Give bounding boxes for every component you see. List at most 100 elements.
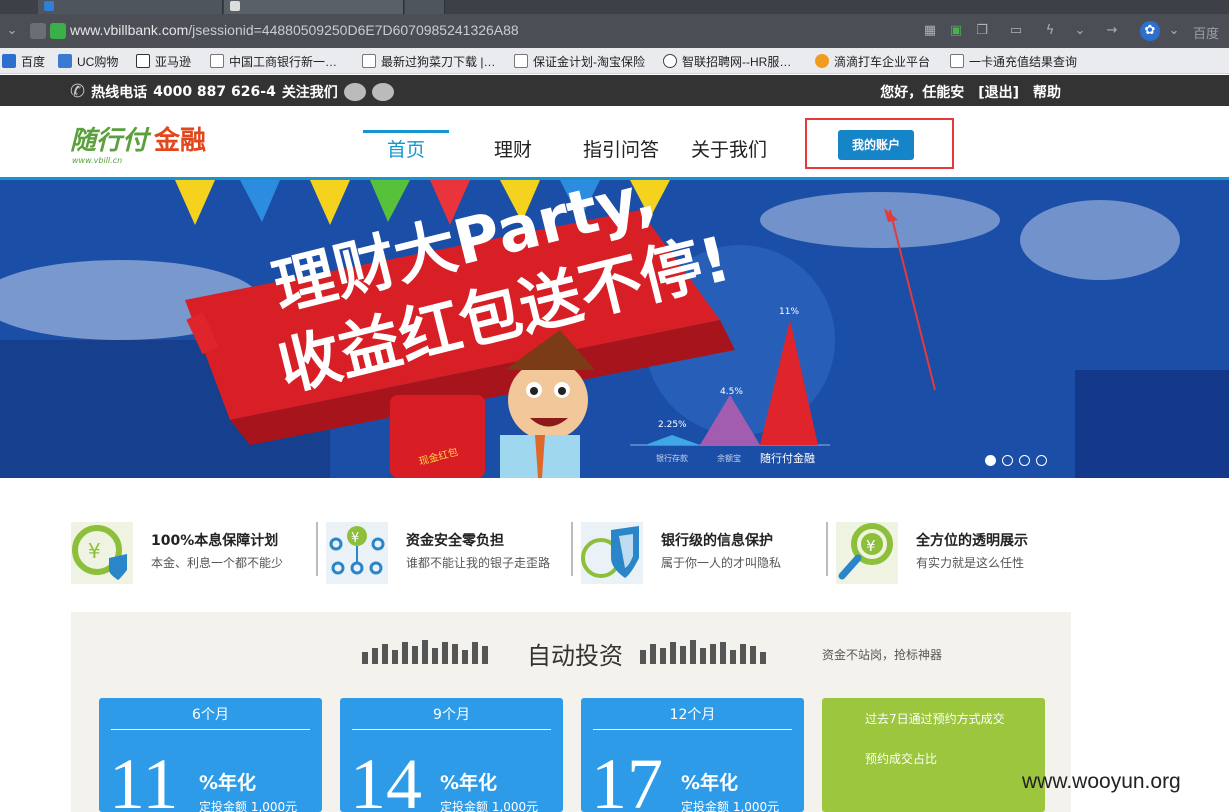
chevron-down-icon[interactable]: ⌄ xyxy=(4,24,20,38)
card-divider xyxy=(111,729,310,730)
card-amount: 定投金额 1,000元 xyxy=(199,800,298,812)
lock-icon[interactable]: ▣ xyxy=(948,24,964,38)
card-period: 12个月 xyxy=(669,707,716,723)
carousel-dot[interactable] xyxy=(985,455,996,466)
feature-item: ¥ 100%本息保障计划 本金、利息一个都不能少 xyxy=(71,522,311,584)
invest-card-9m[interactable]: 9个月 14 %年化 定投金额 1,000元 xyxy=(340,698,563,812)
auto-invest-title: 自动投资 xyxy=(527,642,623,670)
auto-invest-subtitle: 资金不站岗，抢标神器 xyxy=(822,648,943,662)
card-amount: 定投金额 1,000元 xyxy=(681,800,780,812)
phone-icon: ✆ xyxy=(70,81,86,102)
feature-divider xyxy=(571,522,573,576)
paw-icon xyxy=(2,54,16,68)
feature-item: 银行级的信息保护 属于你一人的才叫隐私 xyxy=(581,522,821,584)
nav-wealth[interactable]: 理财 xyxy=(494,135,532,162)
hotline-number: 4000 887 626-4 xyxy=(153,83,276,100)
page-icon xyxy=(230,1,240,11)
nav-active-indicator xyxy=(363,130,449,133)
card-rate-unit: %年化 xyxy=(681,772,739,794)
rocket-icon[interactable] xyxy=(30,23,46,39)
bookmark-item[interactable]: 智联招聘网--HR服… xyxy=(663,52,791,70)
banner-art: 理财大Party, 收益红包送不停! 现金红包 2.25% 4.5% 11% 银… xyxy=(0,180,1229,478)
paw-icon[interactable]: ✿ xyxy=(1140,21,1160,41)
card-rate: 17 xyxy=(591,744,663,812)
carousel-dot[interactable] xyxy=(1019,455,1030,466)
carousel-dot[interactable] xyxy=(1036,455,1047,466)
feature-title: 100%本息保障计划 xyxy=(151,533,279,549)
page-icon xyxy=(44,1,54,11)
chart-value-bank: 2.25% xyxy=(658,420,687,430)
new-tab-button[interactable] xyxy=(405,0,445,14)
bookmark-item[interactable]: 一卡通充值结果查询 xyxy=(950,52,1077,70)
carousel-dot[interactable] xyxy=(1002,455,1013,466)
logout-link[interactable]: [退出] xyxy=(978,82,1019,102)
nav-faq[interactable]: 指引问答 xyxy=(583,135,659,162)
page-icon xyxy=(514,54,528,68)
search-engine-label[interactable]: 百度 xyxy=(1193,23,1219,42)
globe-icon xyxy=(663,54,677,68)
banner-pagination xyxy=(985,455,1047,466)
feature-title: 全方位的透明展示 xyxy=(916,533,1028,549)
reader-icon[interactable]: ▭ xyxy=(1008,24,1024,38)
card-period: 6个月 xyxy=(192,707,229,723)
my-account-button[interactable]: 我的账户 xyxy=(838,130,914,160)
svg-text:¥: ¥ xyxy=(866,537,876,555)
site-logo[interactable]: 随行付 金融 www.vbill.cn xyxy=(70,120,207,165)
bookmark-item[interactable]: 滴滴打车企业平台 xyxy=(815,52,930,70)
bookmark-item[interactable]: 保证金计划-淘宝保险 xyxy=(514,52,645,70)
help-link[interactable]: 帮助 xyxy=(1033,82,1061,102)
qr-code-icon[interactable]: ▦ xyxy=(922,24,938,38)
bookmark-item[interactable]: UC购物 xyxy=(58,52,118,70)
follow-us-label: 关注我们 xyxy=(281,84,338,101)
nav-about[interactable]: 关于我们 xyxy=(691,135,767,162)
feature-item: ¥ 全方位的透明展示 有实力就是这么任性 xyxy=(836,522,1076,584)
feature-item: ¥ 资金安全零负担 谁都不能让我的银子走歪路 xyxy=(326,522,566,584)
forward-icon[interactable]: → xyxy=(1104,24,1120,38)
chart-label-vbill: 随行付金融 xyxy=(760,451,815,465)
invest-card-12m[interactable]: 12个月 17 %年化 定投金额 1,000元 xyxy=(581,698,804,812)
browser-tab-strip xyxy=(0,0,1229,14)
browser-tab[interactable] xyxy=(224,0,404,14)
weibo-icon[interactable] xyxy=(343,82,366,101)
decorative-bars-icon xyxy=(640,634,766,664)
feature-divider xyxy=(316,522,318,576)
user-greeting: 您好，任能安 xyxy=(880,85,965,101)
bookmark-item[interactable]: 亚马逊 xyxy=(136,52,191,70)
bookmark-item[interactable]: 中国工商银行新一… xyxy=(210,52,337,70)
promo-banner[interactable]: 理财大Party, 收益红包送不停! 现金红包 2.25% 4.5% 11% 银… xyxy=(0,180,1229,478)
feature-divider xyxy=(826,522,828,576)
yen-magnifier-icon: ¥ xyxy=(836,522,898,584)
lightning-icon[interactable]: ϟ xyxy=(1042,24,1058,38)
stats-line-2: 预约成交占比 xyxy=(865,752,938,766)
feature-desc: 谁都不能让我的银子走歪路 xyxy=(406,556,551,570)
invest-card-6m[interactable]: 6个月 11 %年化 定投金额 1,000元 xyxy=(99,698,322,812)
card-rate: 14 xyxy=(350,744,422,812)
feature-desc: 属于你一人的才叫隐私 xyxy=(661,556,782,570)
site-header: 随行付 金融 www.vbill.cn 首页 理财 指引问答 关于我们 xyxy=(0,106,1229,180)
stats-line-1: 过去7日通过预约方式成交 xyxy=(865,712,1005,726)
card-divider xyxy=(593,729,792,730)
card-divider xyxy=(352,729,551,730)
card-rate-unit: %年化 xyxy=(199,772,257,794)
shield-globe-icon xyxy=(581,522,643,584)
copy-icon[interactable]: ❐ xyxy=(974,24,990,38)
feature-title: 资金安全零负担 xyxy=(406,533,504,549)
decorative-bars-icon xyxy=(362,634,488,664)
chevron-down-icon[interactable]: ⌄ xyxy=(1166,24,1182,38)
logo-url: www.vbill.cn xyxy=(72,156,123,165)
page-icon xyxy=(950,54,964,68)
amazon-icon xyxy=(136,54,150,68)
chart-value-vbill: 11% xyxy=(779,307,799,317)
logo-sub-text: 金融 xyxy=(154,126,207,155)
chevron-down-icon[interactable]: ⌄ xyxy=(1072,24,1088,38)
browser-tab[interactable] xyxy=(38,0,223,14)
bookmark-item[interactable]: 百度 xyxy=(2,52,45,70)
nav-home[interactable]: 首页 xyxy=(387,135,425,162)
wechat-icon[interactable] xyxy=(371,82,394,101)
yen-shield-icon: ¥ xyxy=(71,522,133,584)
cursor-icon xyxy=(58,54,72,68)
yen-network-icon: ¥ xyxy=(326,522,388,584)
url-field[interactable]: www.vbillbank.com/jsessionid=44880509250… xyxy=(70,22,519,38)
bookmark-item[interactable]: 最新过狗菜刀下载 |… xyxy=(362,52,495,70)
logo-main-text: 随行付 xyxy=(70,126,149,155)
